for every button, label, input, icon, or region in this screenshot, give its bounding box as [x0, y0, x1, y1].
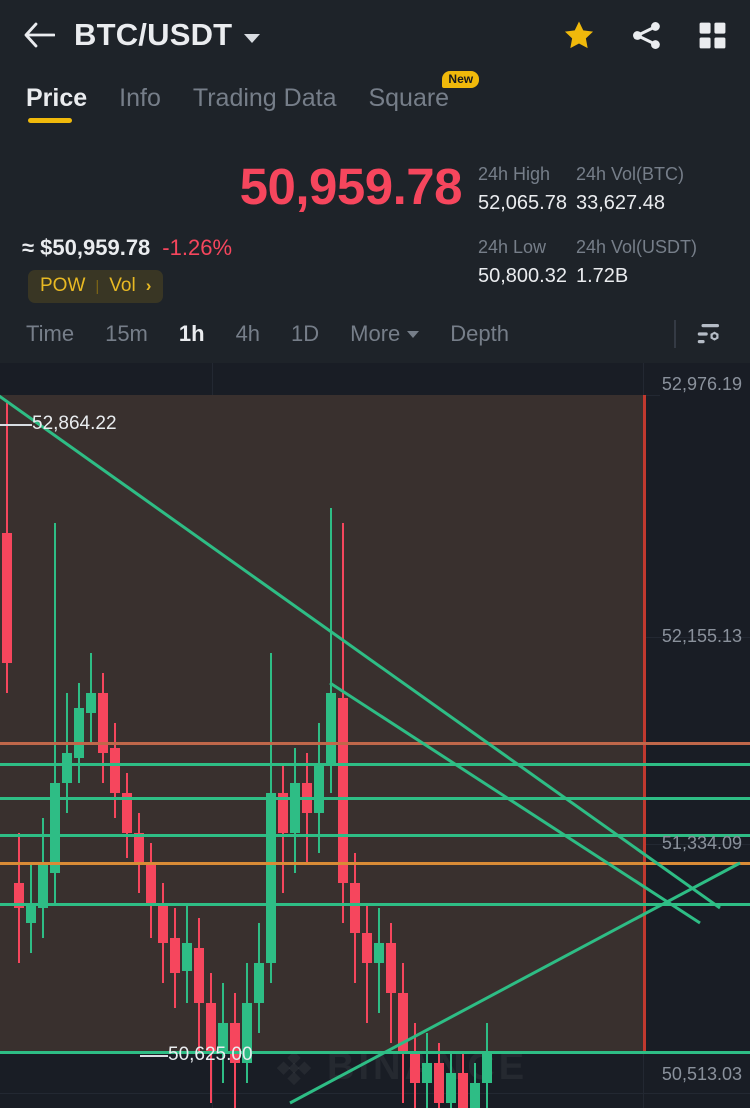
stats-labels-row-2: 24h Low 24h Vol(USDT)	[478, 232, 748, 262]
tab-info-label: Info	[119, 84, 161, 112]
toolbar-divider	[674, 320, 676, 348]
interval-1h[interactable]: 1h	[179, 321, 205, 347]
annotation-low-price: 50,625.00	[168, 1044, 253, 1065]
axis-price-label: 50,513.03	[661, 1064, 742, 1084]
price-summary: 50,959.78 ≈ $50,959.78 -1.26% POW | Vol …	[0, 143, 750, 305]
page-title[interactable]: BTC/USDT	[74, 17, 232, 53]
stat-value-24h-vol-usdt: 1.72B	[576, 265, 629, 287]
star-icon[interactable]	[562, 19, 596, 52]
tag-vol-label: Vol	[109, 275, 136, 296]
top-actions	[562, 19, 728, 52]
descending-resistance-upper	[0, 394, 721, 910]
trendline-layer	[0, 394, 741, 1105]
new-badge: New	[442, 71, 480, 88]
annotation-tick	[0, 424, 32, 426]
stat-value-24h-low: 50,800.32	[478, 265, 567, 287]
tab-price[interactable]: Price	[26, 84, 87, 123]
stats-values-row-1: 52,065.78 33,627.48	[478, 189, 748, 218]
tab-square[interactable]: Square New	[368, 71, 480, 123]
stat-label-24h-low: 24h Low	[478, 237, 547, 257]
interval-right-controls	[674, 319, 724, 349]
last-price: 50,959.78	[239, 158, 463, 215]
candlestick-chart[interactable]: BINANCE 52,864.22 50,625.00 52,976.19 52…	[0, 363, 750, 1108]
axis-price-label: 51,334.09	[661, 833, 742, 853]
approx-usd-price: ≈ $50,959.78	[22, 235, 151, 260]
stats-labels-row-1: 24h High 24h Vol(BTC)	[478, 159, 748, 189]
interval-1d[interactable]: 1D	[291, 321, 319, 347]
top-bar: BTC/USDT	[0, 0, 750, 70]
annotation-high-price: 52,864.22	[32, 413, 117, 434]
stat-label-24h-vol-usdt: 24h Vol(USDT)	[576, 237, 698, 257]
tab-trading-data-label: Trading Data	[192, 84, 337, 112]
stat-value-24h-vol-btc: 33,627.48	[576, 192, 665, 214]
trading-screen: BTC/USDT Price Info Trading Data Square …	[0, 0, 750, 1108]
chevron-down-icon[interactable]	[244, 33, 261, 43]
tab-price-label: Price	[26, 84, 88, 112]
stats-values-row-2: 50,800.32 1.72B	[478, 262, 748, 291]
stat-value-24h-high: 52,065.78	[478, 192, 567, 214]
tab-trading-data[interactable]: Trading Data	[193, 84, 337, 123]
axis-price-label: 52,976.19	[661, 374, 742, 394]
tab-bar: Price Info Trading Data Square New	[0, 70, 750, 138]
stat-label-24h-high: 24h High	[478, 164, 551, 184]
stat-label-24h-vol-btc: 24h Vol(BTC)	[576, 164, 685, 184]
depth-button[interactable]: Depth	[450, 321, 509, 347]
tag-divider: |	[95, 277, 100, 295]
indicator-settings-icon[interactable]	[694, 319, 724, 349]
back-arrow-icon[interactable]	[22, 18, 56, 52]
approx-price-row: ≈ $50,959.78 -1.26%	[22, 235, 232, 261]
pow-vol-tag[interactable]: POW | Vol ›	[28, 270, 164, 303]
grid-icon[interactable]	[697, 20, 728, 51]
tab-square-label: Square	[368, 84, 450, 112]
tab-info[interactable]: Info	[119, 84, 161, 123]
tag-pow-label: POW	[40, 275, 86, 296]
descending-resistance-lower	[329, 681, 701, 925]
interval-more-label: More	[350, 321, 401, 346]
chevron-down-small-icon	[407, 330, 420, 338]
chevron-right-icon: ›	[145, 276, 152, 295]
axis-price-label: 52,155.13	[661, 626, 742, 646]
share-icon[interactable]	[630, 19, 663, 52]
annotation-tick	[140, 1055, 168, 1057]
price-change-percent: -1.26%	[162, 235, 233, 260]
market-stats: 24h High 24h Vol(BTC) 52,065.78 33,627.4…	[478, 159, 748, 291]
interval-15m[interactable]: 15m	[105, 321, 148, 347]
interval-time[interactable]: Time	[26, 321, 74, 347]
interval-4h[interactable]: 4h	[236, 321, 260, 347]
interval-toolbar: Time 15m 1h 4h 1D More Depth	[0, 305, 750, 363]
interval-more[interactable]: More	[350, 321, 420, 347]
